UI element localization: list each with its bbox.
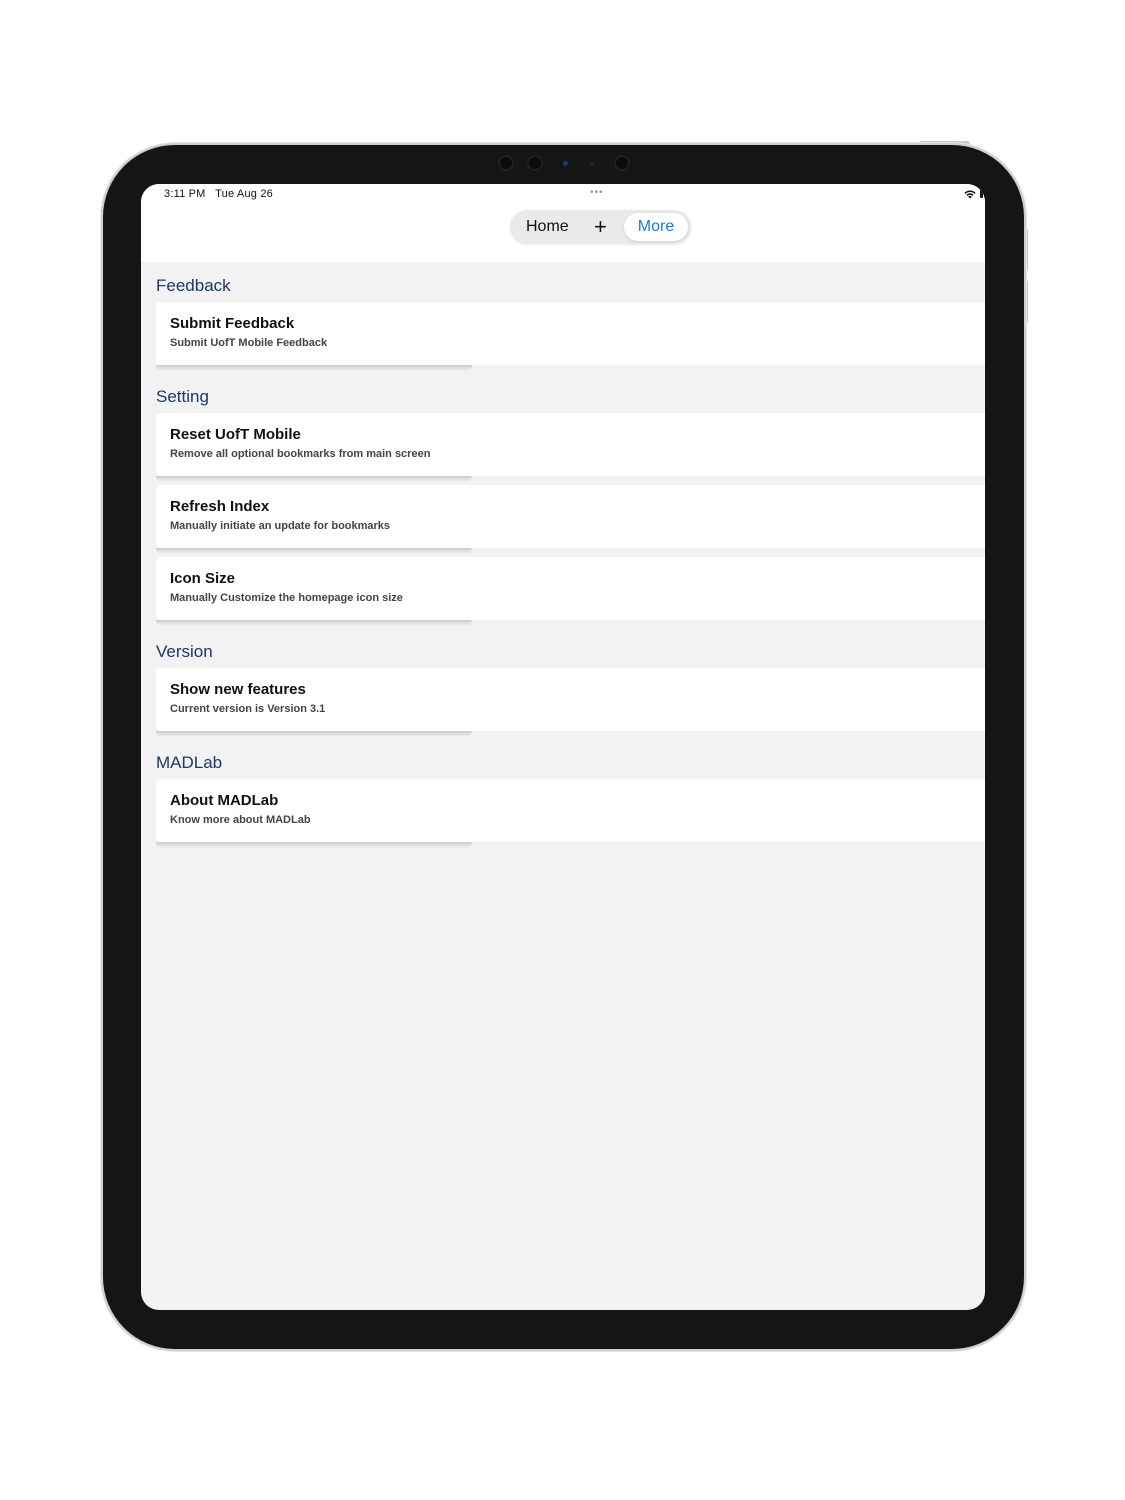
- section-header-version: Version: [156, 642, 213, 661]
- item-title: Submit Feedback: [170, 315, 295, 332]
- section-header-setting: Setting: [156, 387, 209, 406]
- status-time: 3:11 PM: [164, 188, 206, 200]
- item-subtitle: Manually initiate an update for bookmark…: [170, 520, 391, 532]
- item-subtitle: Submit UofT Mobile Feedback: [170, 337, 328, 349]
- camera-indicator-icon: [563, 161, 568, 166]
- list-item-about-madlab[interactable]: About MADLab Know more about MADLab: [156, 779, 985, 842]
- item-title: Show new features: [170, 681, 306, 698]
- section-header-feedback: Feedback: [156, 276, 231, 295]
- sensor-icon: [498, 155, 514, 171]
- item-subtitle: Remove all optional bookmarks from main …: [170, 448, 431, 460]
- wifi-icon: [964, 190, 976, 199]
- tab-bar: Home + More: [510, 210, 691, 244]
- card-shadow: [156, 548, 472, 554]
- item-subtitle: Current version is Version 3.1: [170, 703, 326, 715]
- item-title: Reset UofT Mobile: [170, 426, 301, 443]
- status-date: Tue Aug 26: [215, 188, 273, 200]
- camera-icon: [527, 155, 543, 171]
- item-title: About MADLab: [170, 792, 279, 809]
- battery-icon: [980, 189, 983, 198]
- list-item-show-new-features[interactable]: Show new features Current version is Ver…: [156, 668, 985, 731]
- list-item-refresh-index[interactable]: Refresh Index Manually initiate an updat…: [156, 485, 985, 548]
- item-title: Refresh Index: [170, 498, 270, 515]
- card-shadow: [156, 842, 472, 848]
- multitasking-dots-icon[interactable]: •••: [590, 187, 604, 198]
- card-shadow: [156, 365, 472, 371]
- status-bar-clock: 3:11 PM Tue Aug 26: [164, 188, 273, 200]
- list-item-reset-uoft-mobile[interactable]: Reset UofT Mobile Remove all optional bo…: [156, 413, 985, 476]
- card-shadow: [156, 731, 472, 737]
- tab-more[interactable]: More: [624, 213, 688, 241]
- item-subtitle: Manually Customize the homepage icon siz…: [170, 592, 403, 604]
- screen: 3:11 PM Tue Aug 26 ••• Home + More Feedb…: [141, 184, 985, 1310]
- top-bar: 3:11 PM Tue Aug 26 ••• Home + More: [141, 184, 985, 262]
- item-subtitle: Know more about MADLab: [170, 814, 311, 826]
- sensor-dot-icon: [590, 162, 594, 166]
- section-header-madlab: MADLab: [156, 753, 223, 772]
- tab-home[interactable]: Home: [526, 210, 569, 244]
- item-title: Icon Size: [170, 570, 236, 587]
- list-item-icon-size[interactable]: Icon Size Manually Customize the homepag…: [156, 557, 985, 620]
- list-item-submit-feedback[interactable]: Submit Feedback Submit UofT Mobile Feedb…: [156, 302, 985, 365]
- add-tab-button[interactable]: +: [594, 210, 607, 244]
- card-shadow: [156, 620, 472, 626]
- face-id-icon: [614, 155, 630, 171]
- card-shadow: [156, 476, 472, 482]
